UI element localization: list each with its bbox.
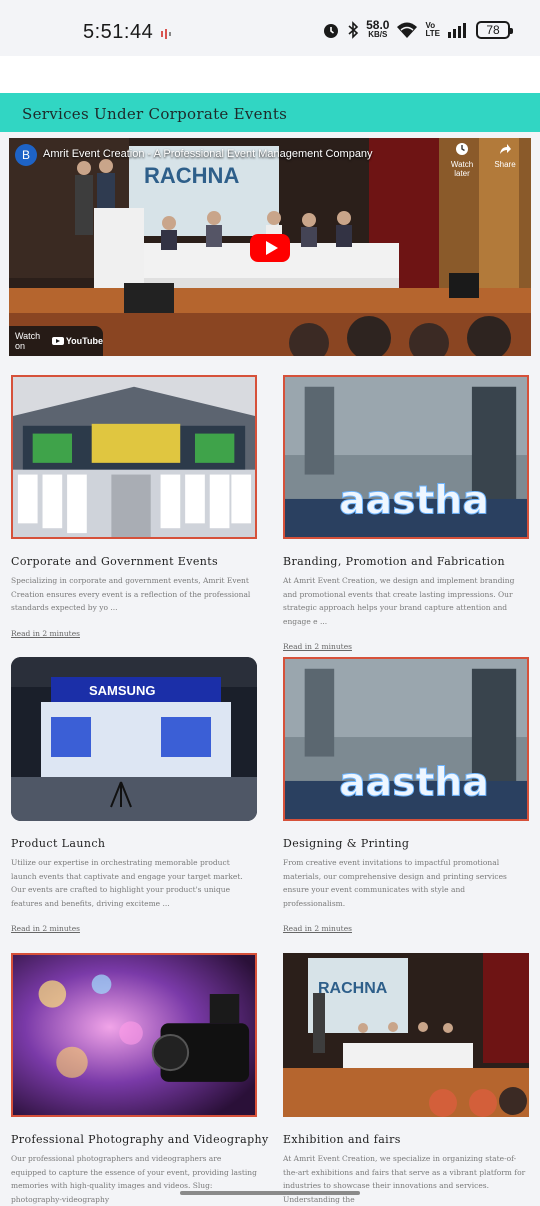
bluetooth-icon xyxy=(348,21,359,39)
card-excerpt: From creative event invitations to impac… xyxy=(283,858,507,908)
card-title[interactable]: Professional Photography and Videography xyxy=(11,1133,268,1146)
service-card[interactable]: Professional Photography and Videography… xyxy=(11,953,268,1206)
service-card[interactable]: aastha Branding, Promotion and Fabricati… xyxy=(283,375,529,653)
youtube-logo: YouTube xyxy=(51,336,103,346)
card-image[interactable] xyxy=(11,375,257,539)
read-more-link[interactable]: Read in 2 minutes xyxy=(11,924,80,933)
read-more-link[interactable]: Read in 2 minutes xyxy=(283,642,352,651)
card-image[interactable]: SAMSUNG xyxy=(11,657,257,821)
screen-record-icon xyxy=(161,29,171,39)
clock-icon xyxy=(456,143,468,155)
share-icon xyxy=(500,144,511,154)
channel-avatar[interactable]: B xyxy=(15,144,37,166)
service-card[interactable]: Corporate and Government Events Speciali… xyxy=(11,375,257,640)
svg-text:aastha: aastha xyxy=(339,761,489,806)
card-image[interactable]: aastha xyxy=(283,657,529,821)
svg-text:RACHNA: RACHNA xyxy=(318,980,388,997)
card-title[interactable]: Exhibition and fairs xyxy=(283,1133,529,1146)
section-title: Services Under Corporate Events xyxy=(22,105,288,123)
status-icons: 58.0 KB/S Vo LTE 78 xyxy=(322,18,513,42)
card-excerpt: Utilize our expertise in orchestrating m… xyxy=(11,858,243,908)
gesture-navigation-bar[interactable] xyxy=(180,1191,360,1195)
card-image[interactable]: aastha xyxy=(283,375,529,539)
card-excerpt: At Amrit Event Creation, we design and i… xyxy=(283,576,515,626)
share-button[interactable]: Share xyxy=(485,142,525,169)
net-speed: 58.0 KB/S xyxy=(366,18,390,39)
card-title[interactable]: Designing & Printing xyxy=(283,837,529,850)
battery-indicator: 78 xyxy=(476,21,513,39)
read-more-link[interactable]: Read in 2 minutes xyxy=(11,629,80,638)
card-excerpt: Specializing in corporate and government… xyxy=(11,576,251,612)
status-bar: 5:51:44 58.0 KB/S Vo LTE 78 xyxy=(0,0,540,56)
service-card[interactable]: aastha Designing & Printing From creativ… xyxy=(283,657,529,935)
section-header: Services Under Corporate Events xyxy=(0,93,540,132)
status-time: 5:51:44 xyxy=(83,21,154,43)
service-card[interactable]: RACHNA Exhibition and fairs At Amrit Eve… xyxy=(283,953,529,1206)
watch-on-youtube-button[interactable]: Watch on YouTube xyxy=(9,326,103,356)
wifi-icon xyxy=(397,22,418,38)
svg-text:RACHNA: RACHNA xyxy=(144,163,239,188)
play-button[interactable] xyxy=(250,234,290,262)
video-embed[interactable]: RACHNA B Amrit Event Creation - A Profes… xyxy=(9,138,531,356)
top-spacer xyxy=(0,56,540,93)
card-title[interactable]: Branding, Promotion and Fabrication xyxy=(283,555,529,568)
service-card[interactable]: SAMSUNG Product Launch Utilize our exper… xyxy=(11,657,257,935)
video-title[interactable]: Amrit Event Creation - A Professional Ev… xyxy=(43,148,373,160)
signal-icon xyxy=(448,23,466,38)
card-excerpt: Our professional photographers and video… xyxy=(11,1154,257,1204)
read-more-link[interactable]: Read in 2 minutes xyxy=(283,924,352,933)
svg-text:aastha: aastha xyxy=(339,479,489,524)
alarm-icon xyxy=(324,24,339,38)
watch-later-button[interactable]: Watch later xyxy=(442,142,482,178)
card-title[interactable]: Corporate and Government Events xyxy=(11,555,257,568)
volte-indicator: Vo LTE xyxy=(425,21,440,38)
card-title[interactable]: Product Launch xyxy=(11,837,257,850)
card-excerpt: At Amrit Event Creation, we specialize i… xyxy=(283,1154,526,1204)
card-image[interactable]: RACHNA xyxy=(283,953,529,1117)
svg-text:SAMSUNG: SAMSUNG xyxy=(89,683,155,698)
card-image[interactable] xyxy=(11,953,257,1117)
